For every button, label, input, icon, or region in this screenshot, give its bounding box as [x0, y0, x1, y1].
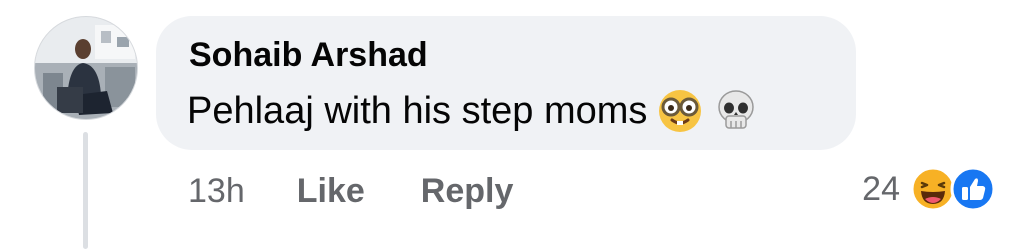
comment-body: Pehlaaj with his step moms — [187, 86, 759, 136]
reaction-count: 24 — [862, 169, 900, 208]
author-name[interactable]: Sohaib Arshad — [189, 36, 428, 75]
timestamp[interactable]: 13h — [188, 172, 245, 211]
comment: Sohaib Arshad Pehlaaj with his step moms — [0, 0, 1024, 249]
avatar[interactable] — [34, 16, 138, 120]
comment-bubble: Sohaib Arshad Pehlaaj with his step moms — [156, 16, 856, 150]
thread-line — [83, 132, 88, 249]
reaction-summary[interactable]: 24 — [862, 164, 996, 214]
comment-text: Pehlaaj with his step moms — [187, 89, 648, 132]
skull-emoji — [713, 88, 759, 134]
like-reaction-icon — [950, 166, 996, 212]
nerd-face-emoji — [657, 88, 703, 134]
reply-button[interactable]: Reply — [421, 172, 514, 211]
comment-actions: 13h Like Reply — [188, 169, 569, 213]
like-button[interactable]: Like — [297, 172, 365, 211]
